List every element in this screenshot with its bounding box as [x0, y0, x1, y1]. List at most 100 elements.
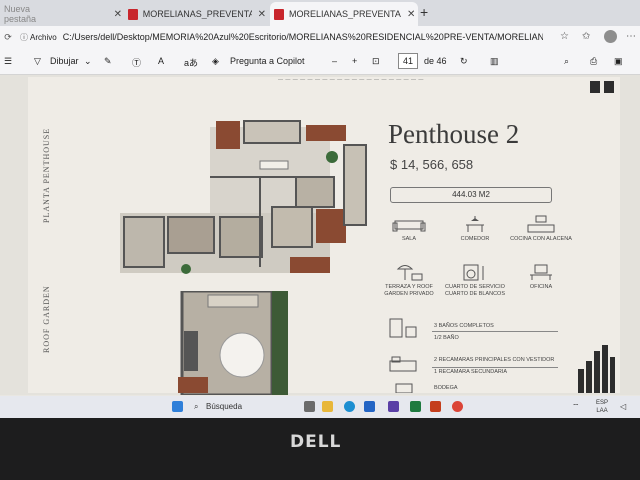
tab-pdf-1[interactable]: MORELIANAS_PREVENTA RESIDENC ✕ [128, 2, 266, 26]
avatar[interactable] [604, 30, 617, 43]
area-badge: 444.03 M2 [390, 187, 552, 203]
amenity-cocina: COCINA CON ALACENA [506, 215, 576, 243]
language-indicator[interactable]: ESP LAA [596, 399, 608, 415]
taskbar-search-icon[interactable]: ⌕ [194, 402, 198, 412]
feature-text: 3 BAÑOS COMPLETOS [434, 323, 494, 329]
document-area: — — — — — — — — — — — — — — — — — — — — … [0, 75, 640, 395]
amenity-label: SALA [401, 236, 417, 242]
new-tab-button[interactable]: + [420, 4, 428, 20]
draw-button[interactable]: Dibujar [50, 56, 79, 66]
rotate-icon[interactable]: ↻ [460, 56, 468, 67]
pdf-page: — — — — — — — — — — — — — — — — — — — — … [28, 77, 620, 395]
file-explorer-icon[interactable] [322, 401, 333, 412]
amenity-oficina: OFICINA [506, 263, 576, 291]
search-icon[interactable]: ⌕ [564, 56, 569, 67]
desk-icon [530, 264, 552, 280]
powerpoint-icon[interactable] [430, 401, 441, 412]
file-label: Archivo [30, 32, 57, 42]
start-icon[interactable] [172, 401, 183, 412]
feature-text: 1/2 BAÑO [434, 335, 459, 341]
bed-icon [389, 356, 417, 372]
corner-mark [604, 81, 614, 93]
text-icon[interactable]: Ⓣ [132, 56, 141, 69]
address-bar: ⟳ ⓘ Archivo C:/Users/dell/Desktop/MEMORI… [0, 26, 640, 48]
translate-icon[interactable]: aあ [184, 56, 198, 69]
pdf-icon [128, 8, 138, 20]
brand-logo-text: DELL [290, 432, 342, 452]
roof-garden-image [178, 291, 288, 395]
laundry-icon [463, 264, 484, 281]
close-icon[interactable]: ✕ [407, 9, 415, 20]
close-icon[interactable]: ✕ [258, 9, 266, 20]
favorite-star-icon[interactable]: ☆ [560, 31, 569, 42]
page-view-icon[interactable]: ▥ [490, 56, 499, 67]
excel-icon[interactable] [410, 401, 421, 412]
teams-icon[interactable] [388, 401, 399, 412]
more-icon[interactable]: ⋯ [626, 31, 636, 42]
amenity-label: CUARTO DE SERVICIO CUARTO DE BLANCOS [444, 284, 505, 297]
storage-icon [395, 383, 413, 393]
kitchen-icon [527, 215, 555, 233]
page-title: Penthouse 2 [388, 119, 520, 149]
side-label-penthouse: PLANTA PENTHOUSE [42, 127, 51, 223]
tab-label: MORELIANAS_PREVENTA RESIDENC [142, 9, 252, 19]
fit-page-icon[interactable]: ⊡ [372, 56, 380, 67]
volume-icon[interactable]: ◁ [620, 402, 626, 411]
print-icon[interactable]: ⎙ [590, 56, 597, 67]
chrome-icon[interactable] [452, 401, 463, 412]
highlight-icon[interactable]: ✎ [104, 56, 112, 67]
amenity-label: OFICINA [529, 284, 553, 290]
favorites-icon[interactable]: ✩ [582, 31, 590, 42]
feature-text: 2 RECAMARAS PRINCIPALES CON VESTIDOR [434, 357, 555, 363]
tab-new[interactable]: Nueva pestaña ✕ [4, 2, 122, 26]
amenity-comedor: COMEDOR [440, 215, 510, 243]
sofa-icon [392, 220, 426, 232]
chevron-down-icon[interactable]: ⌄ [84, 56, 92, 67]
dining-table-icon [466, 216, 484, 232]
draw-icon[interactable]: ▽ [34, 56, 41, 67]
pdf-toolbar: ☰ ▽ Dibujar ⌄ ✎ Ⓣ A aあ ◈ Pregunta a Copi… [0, 48, 640, 75]
brand-logo [578, 345, 615, 393]
feature-text: 1 RECAMARA SECUNDARIA [434, 369, 508, 375]
page-total: de 46 [424, 56, 447, 66]
wifi-icon[interactable]: ⌔ [572, 402, 580, 412]
amenity-sala: SALA [374, 215, 444, 243]
screen: Nueva pestaña ✕ MORELIANAS_PREVENTA RESI… [0, 0, 640, 418]
taskbar-search[interactable]: Búsqueda [206, 402, 242, 411]
task-view-icon[interactable] [304, 401, 315, 412]
divider [432, 367, 558, 368]
amenity-label: COCINA CON ALACENA [510, 236, 572, 242]
edge-icon[interactable] [344, 401, 355, 412]
url-field[interactable]: C:/Users/dell/Desktop/MEMORIA%20Azul%20E… [63, 32, 543, 42]
menu-icon[interactable]: ☰ [4, 56, 12, 67]
floor-plan-image [120, 120, 367, 274]
zoom-in-button[interactable]: + [352, 56, 357, 66]
tab-label: MORELIANAS_PREVENTA RESIDENC [289, 9, 401, 19]
amenity-label: TERRAZA Y ROOF GARDEN PRIVADO [384, 284, 434, 297]
refresh-icon[interactable]: ⟳ [2, 32, 14, 43]
file-info-icon[interactable]: ⓘ [20, 32, 28, 43]
tab-pdf-active[interactable]: MORELIANAS_PREVENTA RESIDENC ✕ [270, 2, 418, 26]
save-icon[interactable]: ▣ [614, 56, 623, 67]
copilot-icon[interactable]: ◈ [212, 56, 219, 67]
divider [432, 331, 558, 332]
page-header-text: — — — — — — — — — — — — — — — — — — — — [278, 77, 424, 83]
copilot-button[interactable]: Pregunta a Copilot [230, 56, 305, 66]
lang-bottom: LAA [596, 408, 608, 414]
zoom-out-button[interactable]: – [332, 56, 337, 66]
read-aloud-icon[interactable]: A [158, 56, 164, 66]
price-text: $ 14, 566, 658 [390, 157, 474, 172]
amenity-terraza: TERRAZA Y ROOF GARDEN PRIVADO [374, 263, 444, 298]
tab-label: Nueva pestaña [4, 4, 37, 24]
bathroom-icon [389, 318, 417, 338]
close-icon[interactable]: ✕ [114, 9, 122, 20]
word-icon[interactable] [364, 401, 375, 412]
amenity-servicio: CUARTO DE SERVICIO CUARTO DE BLANCOS [440, 263, 510, 298]
corner-mark [590, 81, 600, 93]
feature-text: BODEGA [434, 385, 458, 391]
page-number-input[interactable]: 41 [398, 53, 418, 69]
side-label-roof-garden: ROOF GARDEN [42, 285, 51, 353]
laptop-bezel: DELL [0, 418, 640, 480]
tab-strip: Nueva pestaña ✕ MORELIANAS_PREVENTA RESI… [0, 0, 640, 26]
amenity-label: COMEDOR [460, 236, 490, 242]
